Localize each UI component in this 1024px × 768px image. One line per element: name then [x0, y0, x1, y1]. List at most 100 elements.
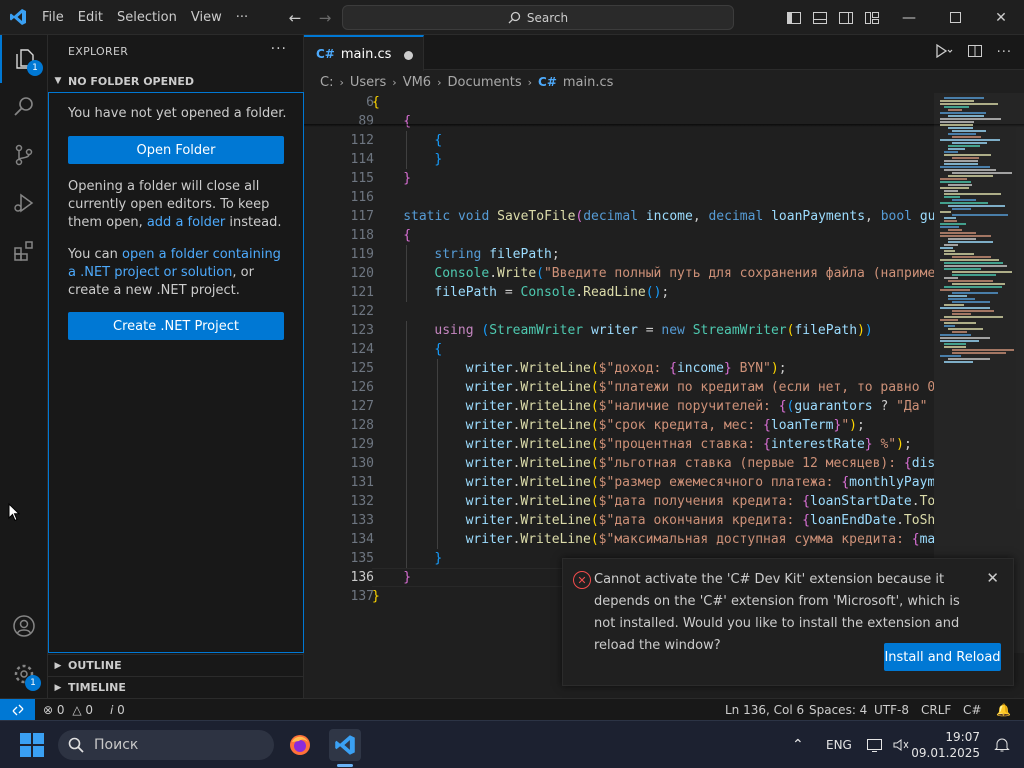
forward-arrow-icon[interactable]: → [313, 9, 337, 27]
code-token: } [434, 551, 443, 566]
command-center-search[interactable]: Search [342, 5, 734, 30]
code-line[interactable]: 134 writer.WriteLine($"максимальная досту… [304, 530, 934, 549]
customize-layout-icon[interactable] [864, 10, 880, 26]
accounts-activity[interactable] [0, 602, 48, 650]
maximize-icon[interactable] [932, 0, 978, 35]
minimap-line [944, 190, 958, 192]
code-line[interactable]: 127 writer.WriteLine($"наличие поручителе… [304, 397, 934, 416]
menu-edit[interactable]: Edit [71, 0, 110, 35]
code-line[interactable]: 117 static void SaveToFile(decimal income… [304, 207, 934, 226]
show-hidden-icons-icon[interactable]: ⌃ [792, 721, 804, 768]
manage-activity[interactable]: 1 [0, 650, 48, 698]
encoding[interactable]: UTF-8 [874, 699, 909, 721]
code-token: $"срок кредита, мес: [598, 418, 764, 433]
split-editor-icon[interactable] [967, 43, 983, 63]
code-line[interactable]: 129 writer.WriteLine($"процентная ставка:… [304, 435, 934, 454]
timeline-section-header[interactable]: ▶ TIMELINE [48, 676, 304, 698]
code-line[interactable]: 112 { [304, 131, 934, 150]
problems-status[interactable]: ⊗ 0 △ 0 [43, 699, 93, 721]
network-icon[interactable] [866, 721, 884, 768]
create-dotnet-project-button[interactable]: Create .NET Project [68, 312, 284, 340]
breadcrumb-item[interactable]: main.cs [563, 75, 614, 90]
firefox-icon[interactable] [284, 729, 316, 761]
code-line[interactable]: 133 writer. WriteLine($"дата окончания кре… [304, 511, 934, 530]
add-folder-link[interactable]: add a folder [147, 215, 225, 230]
ports-status[interactable]: 𝘪 0 [110, 699, 125, 721]
code-token: { [403, 228, 412, 243]
line-ending[interactable]: CRLF [921, 699, 951, 721]
code-text: { [372, 93, 380, 112]
install-and-reload-button[interactable]: Install and Reload [884, 643, 1001, 671]
code-line[interactable]: 114} [304, 150, 934, 169]
extensions-activity[interactable] [0, 227, 48, 275]
toggle-primary-sidebar-icon[interactable] [786, 10, 802, 26]
code-line[interactable]: 124 { [304, 340, 934, 359]
menu-file[interactable]: File [35, 0, 71, 35]
code-line[interactable]: 6{ [304, 93, 934, 112]
search-activity[interactable] [0, 83, 48, 131]
run-debug-activity[interactable] [0, 179, 48, 227]
code-line[interactable]: 116 [304, 188, 934, 207]
back-arrow-icon[interactable]: ← [283, 9, 307, 27]
code-line[interactable]: 131 writer.WriteLine($"размер ежемесячног… [304, 473, 934, 492]
line-number: 127 [350, 399, 374, 414]
volume-muted-icon[interactable] [892, 721, 910, 768]
code-line[interactable]: 125 writer.WriteLine($"доход: {income} BY… [304, 359, 934, 378]
code-line[interactable]: 121 filePath = Console.ReadLine(); [304, 283, 934, 302]
code-line[interactable]: 126 writer.WriteLine($"платежи по кредита… [304, 378, 934, 397]
minimap-line [940, 118, 1001, 120]
indentation[interactable]: Spaces: 4 [809, 699, 867, 721]
breadcrumb-item[interactable]: Documents [447, 75, 521, 90]
input-language[interactable]: ENG [826, 721, 852, 768]
line-number: 89 [358, 114, 374, 129]
run-icon[interactable] [935, 43, 953, 62]
outline-section-header[interactable]: ▶ OUTLINE [48, 654, 304, 676]
code-line[interactable]: 115} [304, 169, 934, 188]
close-icon[interactable]: ✕ [986, 569, 999, 587]
code-line[interactable]: 130 writer.WriteLine($"льготная ставка (п… [304, 454, 934, 473]
system-clock[interactable]: 19:07 09.01.2025 [911, 729, 980, 761]
toggle-panel-icon[interactable] [812, 10, 828, 26]
open-folder-button[interactable]: Open Folder [68, 136, 284, 164]
code-line[interactable]: 120 Console.Write("Введите полный путь дл… [304, 264, 934, 283]
cursor-position[interactable]: Ln 136, Col 6 [725, 699, 804, 721]
source-control-activity[interactable] [0, 131, 48, 179]
code-line[interactable]: 122 [304, 302, 934, 321]
language-mode[interactable]: C# [963, 699, 981, 721]
no-folder-section-header[interactable]: ▼ NO FOLDER OPENED [48, 70, 304, 92]
toggle-secondary-sidebar-icon[interactable] [838, 10, 854, 26]
more-actions-icon[interactable]: ··· [271, 41, 287, 57]
notification-toast: ✕ Cannot activate the 'C# Dev Kit' exten… [562, 558, 1014, 686]
line-number: 120 [350, 266, 374, 281]
code-token: writer [465, 361, 513, 376]
menu-more[interactable]: ··· [229, 0, 255, 35]
windows-start-icon[interactable] [20, 733, 44, 757]
taskbar-search[interactable]: Поиск [58, 730, 274, 760]
menu-view[interactable]: View [184, 0, 229, 35]
vscode-taskbar-icon[interactable] [329, 729, 361, 761]
menu-selection[interactable]: Selection [110, 0, 184, 35]
code-line[interactable]: 123 using (StreamWriter writer = new Stre… [304, 321, 934, 340]
notification-center-icon[interactable] [994, 721, 1010, 768]
code-line[interactable]: 118 { [304, 226, 934, 245]
code-token: ) [849, 418, 857, 433]
notifications-bell-icon[interactable]: 🔔 [996, 699, 1011, 721]
code-line[interactable]: 89 { [304, 112, 934, 131]
code-token: To [919, 494, 934, 509]
breadcrumb-item[interactable]: Users [350, 75, 386, 90]
breadcrumb-item[interactable]: C: [320, 75, 333, 90]
code-line[interactable]: 132 writer. WriteLine($"дата получения кре… [304, 492, 934, 511]
line-number: 112 [350, 133, 374, 148]
code-token: ; [551, 247, 560, 262]
code-token: } [723, 361, 732, 376]
remote-indicator-icon[interactable] [0, 699, 35, 721]
more-actions-icon[interactable]: ··· [997, 45, 1012, 60]
code-line[interactable]: 128 writer.WriteLine($"срок кредита, мес:… [304, 416, 934, 435]
code-line[interactable]: 119 string filePath; [304, 245, 934, 264]
close-window-icon[interactable]: ✕ [978, 0, 1024, 35]
tab-main-cs[interactable]: C# main.cs [304, 35, 424, 71]
unsaved-dot-icon[interactable] [404, 51, 413, 60]
breadcrumb-item[interactable]: VM6 [403, 75, 431, 90]
explorer-activity[interactable]: 1 [0, 35, 48, 83]
minimize-icon[interactable]: — [886, 0, 932, 35]
